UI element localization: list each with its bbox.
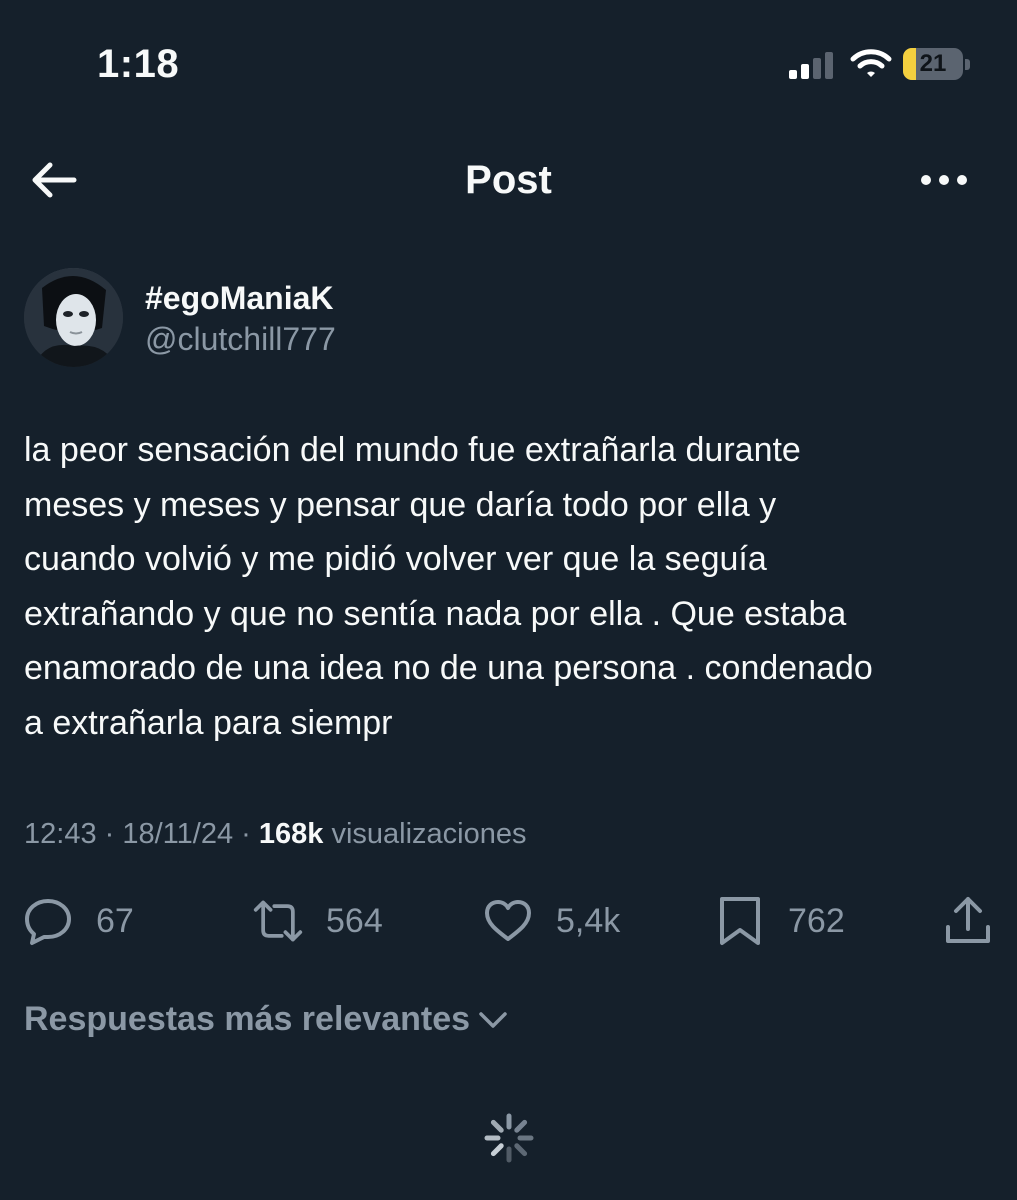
view-count: 168k bbox=[258, 818, 324, 850]
replies-sort-dropdown[interactable]: Respuestas más relevantes bbox=[24, 1000, 508, 1039]
page-title: Post bbox=[465, 158, 552, 202]
avatar[interactable] bbox=[24, 268, 123, 367]
repost-icon bbox=[253, 900, 303, 942]
bookmark-count: 762 bbox=[788, 901, 845, 940]
more-options-button[interactable] bbox=[912, 160, 976, 200]
like-button[interactable]: 5,4k bbox=[482, 895, 620, 947]
bookmark-button[interactable]: 762 bbox=[714, 895, 845, 947]
tweet-time[interactable]: 12:43 bbox=[24, 818, 97, 850]
replies-sort-label: Respuestas más relevantes bbox=[24, 1000, 471, 1038]
views-label: visualizaciones bbox=[331, 818, 527, 850]
tweet-text: la peor sensación del mundo fue extrañar… bbox=[24, 431, 873, 742]
tweet-date[interactable]: 18/11/24 bbox=[122, 818, 233, 850]
like-count: 5,4k bbox=[556, 901, 621, 940]
author-handle[interactable]: @clutchill777 bbox=[145, 321, 336, 358]
share-button[interactable] bbox=[940, 893, 996, 949]
meta-separator: · bbox=[104, 818, 123, 850]
loading-spinner-icon bbox=[484, 1113, 534, 1163]
repost-count: 564 bbox=[326, 901, 383, 940]
battery-indicator: 21 bbox=[903, 48, 973, 80]
reply-icon bbox=[25, 899, 71, 945]
tweet-meta: 12:43 · 18/11/24 · 168k visualizaciones bbox=[24, 818, 527, 851]
chevron-down-icon bbox=[479, 1011, 507, 1028]
masked-figure-avatar-image bbox=[24, 268, 123, 367]
wifi-icon bbox=[850, 49, 892, 77]
status-time: 1:18 bbox=[97, 42, 180, 86]
meta-separator: · bbox=[241, 818, 259, 850]
author-display-name[interactable]: #egoManiaK bbox=[145, 280, 333, 317]
heart-icon bbox=[485, 900, 531, 941]
reply-button[interactable]: 67 bbox=[22, 895, 134, 947]
cellular-signal-icon bbox=[789, 52, 833, 79]
battery-percent: 21 bbox=[919, 50, 947, 77]
reply-count: 67 bbox=[96, 901, 134, 940]
bookmark-icon bbox=[720, 897, 760, 945]
repost-button[interactable]: 564 bbox=[252, 895, 383, 947]
